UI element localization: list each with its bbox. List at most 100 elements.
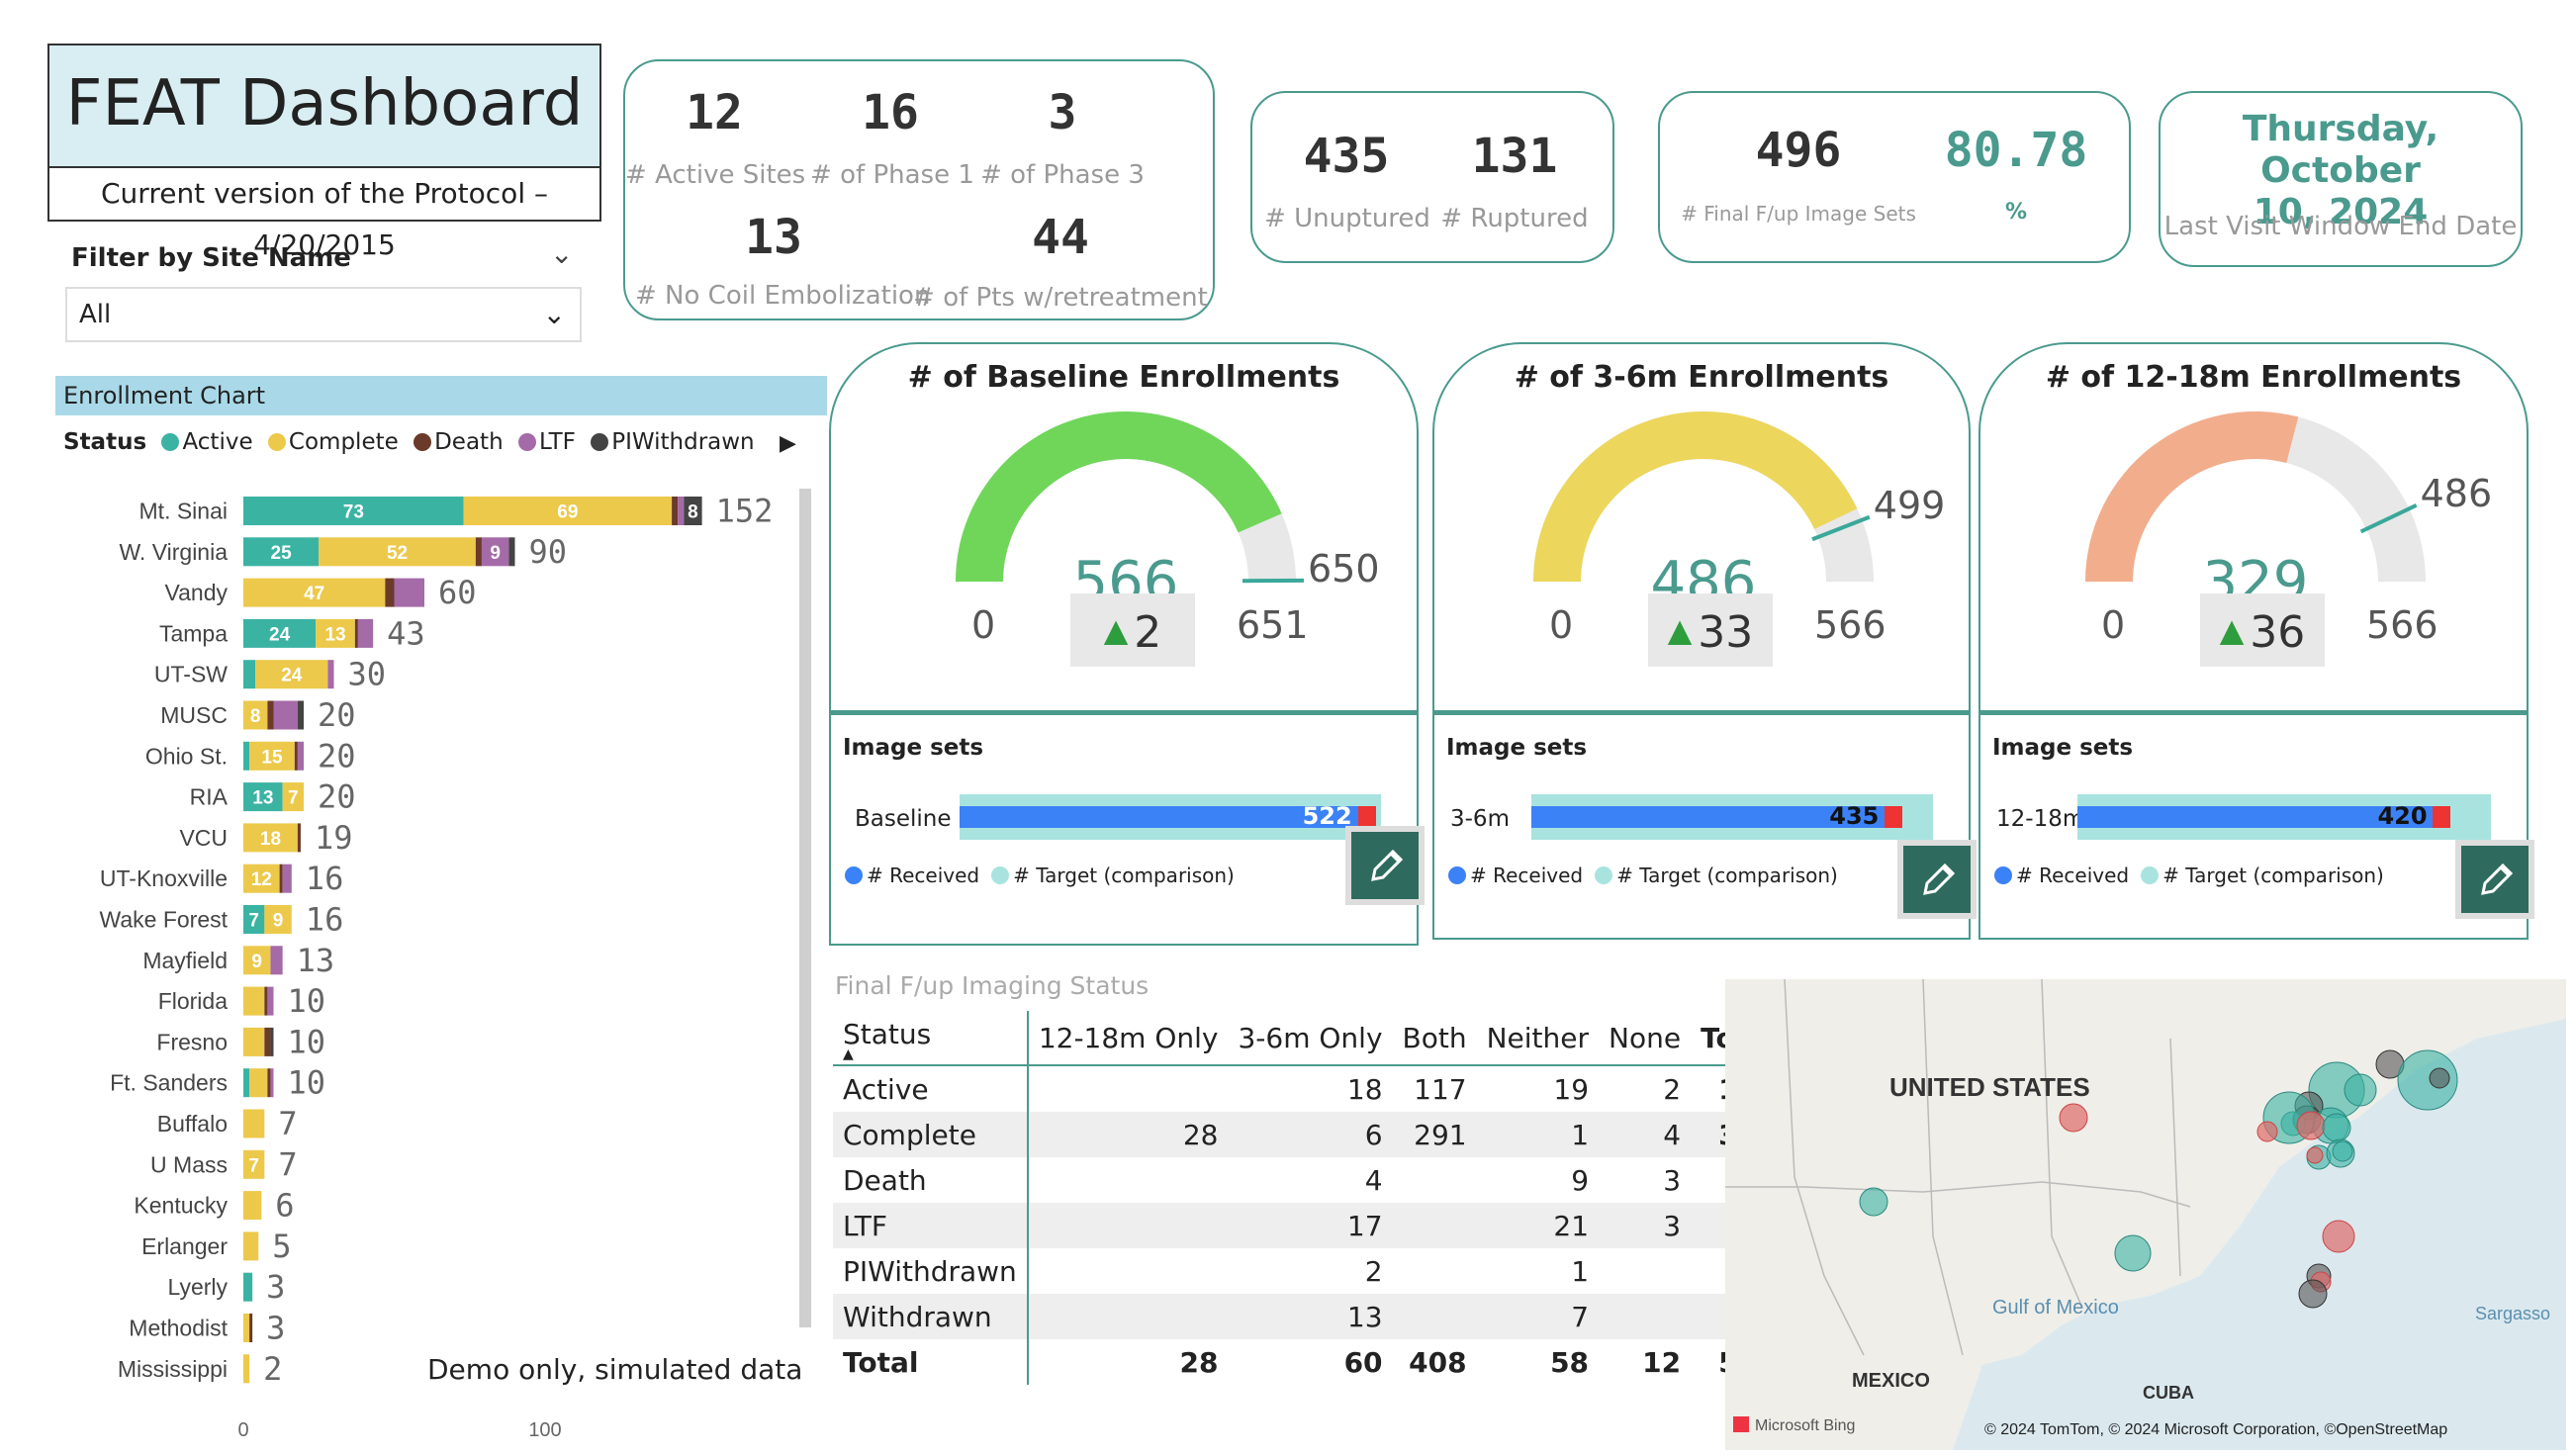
table-row[interactable]: Withdrawn13720 (833, 1294, 1787, 1339)
map-bubble[interactable] (2429, 1067, 2450, 1089)
map-label-cuba: CUBA (2143, 1383, 2194, 1403)
bar-segment[interactable] (270, 946, 283, 975)
bar-total-label: 6 (275, 1187, 294, 1225)
edit-button[interactable] (1897, 840, 1977, 919)
col-12-18m-only[interactable]: 12-18m Only (1027, 1011, 1229, 1066)
map-bubble[interactable] (2322, 1220, 2355, 1253)
bar-segment[interactable] (672, 497, 679, 525)
filter-collapse-icon[interactable]: ⌄ (550, 237, 573, 270)
map-bubble[interactable] (2298, 1279, 2328, 1309)
bar-segment[interactable] (243, 1109, 265, 1138)
table-row[interactable]: Active18117192156 (833, 1065, 1787, 1112)
bar-segment[interactable] (297, 700, 304, 730)
bar-segment[interactable] (243, 986, 265, 1016)
table-cell (1028, 1065, 1229, 1112)
bar-category-label: UT-Knoxville (100, 865, 228, 891)
legend-active[interactable]: Active (182, 429, 252, 455)
bar-segment[interactable] (243, 1027, 265, 1056)
bar-segment[interactable] (249, 1068, 268, 1098)
bar-total-label: 16 (306, 901, 344, 939)
col-status[interactable]: Status ▲ (833, 1011, 1029, 1066)
col-neither[interactable]: Neither (1476, 1011, 1600, 1066)
table-row[interactable]: Complete28629114330 (833, 1112, 1787, 1157)
bar-segment[interactable] (385, 578, 395, 607)
map-bubble[interactable] (2306, 1146, 2324, 1164)
bar-segment[interactable] (264, 1027, 271, 1056)
bar-segment[interactable] (297, 823, 301, 853)
legend-complete[interactable]: Complete (289, 429, 399, 455)
up-triangle-icon: ▲ (1103, 611, 1129, 649)
map-bubble[interactable] (1859, 1187, 1888, 1217)
legend-death[interactable]: Death (434, 429, 504, 455)
received-dot (1994, 866, 2012, 884)
bar-segment[interactable] (264, 986, 268, 1016)
up-triangle-icon: ▲ (1667, 611, 1693, 649)
bar-category-label: Erlanger (141, 1233, 228, 1259)
bar-segment[interactable] (270, 1027, 274, 1056)
map-bubble[interactable] (2296, 1111, 2326, 1140)
col-3-6m-only[interactable]: 3-6m Only (1228, 1011, 1393, 1066)
legend-ltf[interactable]: LTF (539, 429, 576, 455)
bar-segment[interactable] (273, 700, 298, 730)
edit-button[interactable] (1345, 826, 1425, 905)
map-bubble[interactable] (2344, 1073, 2377, 1107)
legend-target[interactable]: # Target (comparison) (1616, 864, 1838, 887)
col-none[interactable]: None (1599, 1011, 1692, 1066)
site-map[interactable]: UNITED STATES Gulf of Mexico MEXICO CUBA… (1725, 979, 2566, 1450)
col-both[interactable]: Both (1392, 1011, 1477, 1066)
bar-segment[interactable] (243, 1354, 250, 1384)
bar-segment-label: 73 (343, 502, 364, 523)
site-name-select[interactable]: All ⌄ (65, 287, 582, 342)
bar-segment[interactable] (394, 578, 425, 607)
bar-segment[interactable] (243, 1314, 250, 1342)
bar-segment[interactable] (279, 864, 283, 893)
bar-total-label: 7 (278, 1145, 297, 1183)
bar-segment[interactable] (475, 537, 482, 567)
bar-segment[interactable] (282, 864, 292, 893)
bar-segment[interactable] (294, 741, 298, 771)
bar-segment[interactable] (249, 1314, 253, 1342)
map-bubble[interactable] (2332, 1140, 2353, 1162)
gauge-card-1: # of 3-6m Enrollments 486 0 566 499 ▲ 33 (1432, 342, 1971, 712)
bar-segment[interactable] (354, 618, 358, 648)
bar-segment[interactable] (243, 741, 250, 771)
bar-segment[interactable] (267, 700, 274, 730)
image-sets-row-label: 3-6m (1450, 806, 1510, 832)
map-bubble[interactable] (2059, 1103, 2088, 1133)
bar-total-label: 60 (438, 574, 477, 611)
gauge-card-2: # of 12-18m Enrollments 329 0 566 486 ▲ 3… (1978, 342, 2529, 712)
bar-segment[interactable] (243, 1191, 262, 1221)
bar-segment[interactable] (243, 1068, 250, 1098)
table-row[interactable]: Death49316 (833, 1157, 1787, 1203)
legend-received[interactable]: # Received (1470, 864, 1583, 887)
edit-button[interactable] (2455, 840, 2534, 919)
bar-segment[interactable] (678, 497, 685, 525)
table-row[interactable]: LTF1721341 (833, 1203, 1787, 1248)
legend-next-arrow-icon[interactable]: ▶ (780, 431, 796, 456)
bar-category-label: Buffalo (157, 1111, 228, 1137)
bar-category-label: RIA (190, 784, 229, 810)
bar-segment[interactable] (327, 660, 334, 689)
legend-received[interactable]: # Received (867, 864, 979, 887)
table-row[interactable]: PIWithdrawn213 (833, 1248, 1787, 1294)
bar-segment[interactable] (357, 618, 374, 648)
map-canvas[interactable]: UNITED STATES Gulf of Mexico MEXICO CUBA… (1725, 979, 2566, 1450)
map-bubble[interactable] (2114, 1234, 2152, 1272)
bar-segment[interactable] (243, 1231, 259, 1261)
bar-segment[interactable] (243, 1272, 253, 1302)
bar-segment[interactable] (270, 1068, 274, 1098)
legend-piwithdrawn[interactable]: PIWithdrawn (611, 429, 754, 455)
bar-segment[interactable] (267, 1068, 271, 1098)
legend-received[interactable]: # Received (2016, 864, 2129, 887)
bar-category-label: Mississippi (118, 1356, 228, 1382)
enrollment-scrollbar[interactable] (799, 489, 811, 1327)
bar-segment[interactable] (508, 537, 515, 567)
map-bubble[interactable] (2322, 1113, 2351, 1142)
map-bubble[interactable] (2256, 1121, 2278, 1142)
legend-target[interactable]: # Target (comparison) (2162, 864, 2384, 887)
bar-segment[interactable] (243, 660, 256, 689)
legend-target[interactable]: # Target (comparison) (1013, 864, 1235, 887)
bar-segment[interactable] (267, 986, 274, 1016)
image-sets-card-2: Image sets 12-18m 420 # Received # Target… (1978, 712, 2534, 940)
bar-segment[interactable] (297, 741, 304, 771)
